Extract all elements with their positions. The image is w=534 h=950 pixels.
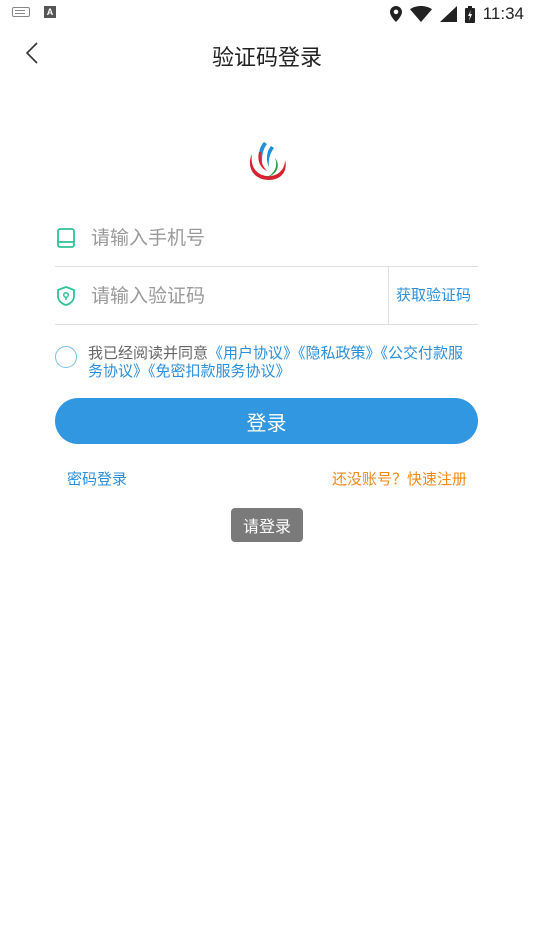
phone-input[interactable] <box>91 210 471 266</box>
location-icon <box>389 6 402 22</box>
login-button[interactable]: 登录 <box>55 398 478 444</box>
battery-icon <box>464 5 475 23</box>
shield-icon <box>57 285 75 306</box>
agreement-text: 我已经阅读并同意《用户协议》《隐私政策》《公交付款服务协议》《免密扣款服务协议》 <box>88 344 478 380</box>
status-left: A <box>12 6 56 18</box>
a-icon: A <box>44 6 56 18</box>
code-input[interactable] <box>91 267 381 324</box>
password-login-link[interactable]: 密码登录 <box>67 468 127 489</box>
agreement-prefix: 我已经阅读并同意 <box>88 344 209 362</box>
page-title: 验证码登录 <box>211 46 322 71</box>
password-free-deduction-link[interactable]: 《免密扣款服务协议》 <box>148 362 291 380</box>
privacy-policy-link[interactable]: 《隐私政策》 <box>298 344 381 362</box>
status-bar: A 11:34 <box>0 0 534 28</box>
register-link[interactable]: 还没账号？快速注册 <box>332 468 467 489</box>
app-logo <box>249 142 286 180</box>
phone-field <box>55 210 478 267</box>
code-field: 获取验证码 <box>55 267 478 325</box>
toast-message: 请登录 <box>231 508 303 542</box>
status-right: 11:34 <box>389 4 524 24</box>
title-bar: 验证码登录 <box>0 28 534 78</box>
status-time: 11:34 <box>482 4 524 23</box>
keyboard-icon <box>12 7 30 17</box>
agreement-checkbox[interactable] <box>55 346 77 368</box>
wifi-icon <box>409 6 432 22</box>
user-agreement-link[interactable]: 《用户协议》 <box>208 344 298 362</box>
get-code-button[interactable]: 获取验证码 <box>389 267 478 324</box>
phone-icon <box>57 228 75 248</box>
signal-icon <box>439 6 457 22</box>
